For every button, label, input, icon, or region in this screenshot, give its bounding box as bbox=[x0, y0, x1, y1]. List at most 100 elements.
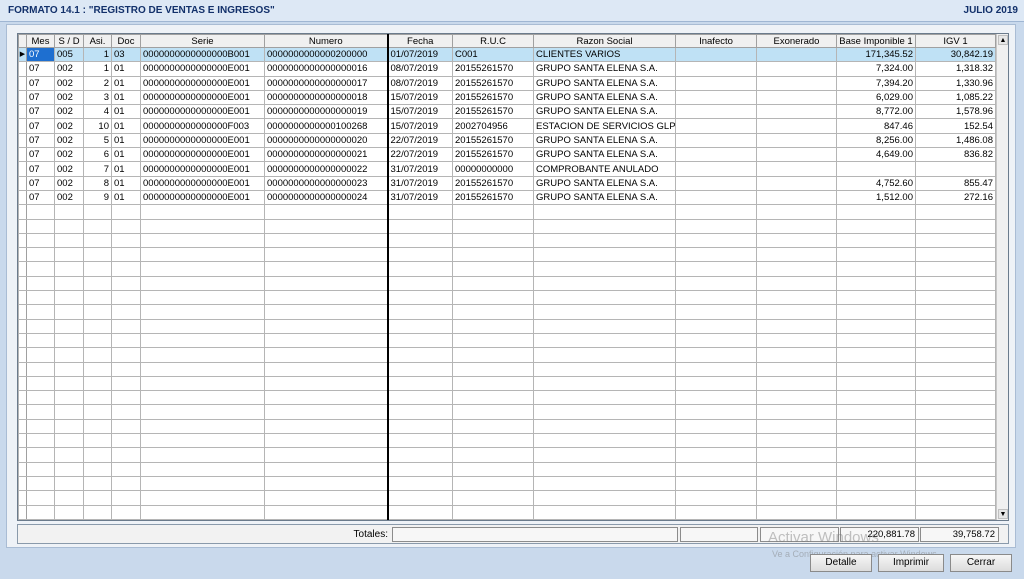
cell-numero[interactable] bbox=[264, 504, 389, 520]
cell-exonerado[interactable] bbox=[756, 433, 837, 449]
cell-sd[interactable] bbox=[54, 261, 84, 277]
cell-inafecto[interactable] bbox=[675, 347, 757, 363]
cell-asiento[interactable] bbox=[83, 247, 112, 263]
cell-doc[interactable] bbox=[111, 490, 141, 506]
cell-asiento[interactable] bbox=[83, 490, 112, 506]
table-row[interactable] bbox=[18, 247, 999, 263]
cell-serie[interactable] bbox=[140, 375, 265, 392]
row-indicator[interactable] bbox=[18, 275, 27, 292]
cell-asiento[interactable] bbox=[83, 332, 112, 349]
cell-serie[interactable]: 0000000000000000E001 bbox=[140, 147, 265, 163]
cell-igv[interactable] bbox=[915, 318, 996, 334]
cell-numero[interactable]: 0000000000000000021 bbox=[264, 147, 389, 163]
cell-fecha[interactable] bbox=[387, 404, 453, 420]
cell-ruc[interactable] bbox=[452, 361, 534, 377]
cell-ruc[interactable] bbox=[452, 347, 534, 363]
cell-base-imponible[interactable] bbox=[836, 447, 916, 463]
cell-inafecto[interactable] bbox=[675, 261, 757, 277]
cell-base-imponible[interactable]: 8,256.00 bbox=[836, 132, 916, 149]
cell-fecha[interactable] bbox=[387, 304, 453, 320]
cell-exonerado[interactable] bbox=[756, 361, 837, 377]
table-row[interactable] bbox=[18, 375, 999, 392]
cell-inafecto[interactable] bbox=[675, 147, 757, 163]
cell-base-imponible[interactable] bbox=[836, 232, 916, 249]
cell-asiento[interactable] bbox=[83, 375, 112, 392]
cell-exonerado[interactable] bbox=[756, 118, 837, 134]
cell-asiento[interactable] bbox=[83, 204, 112, 220]
cell-asiento[interactable]: 9 bbox=[83, 189, 112, 206]
row-indicator[interactable] bbox=[18, 461, 27, 477]
cell-razon-social[interactable] bbox=[533, 461, 676, 477]
table-row[interactable] bbox=[18, 390, 999, 406]
cell-razon-social[interactable]: GRUPO SANTA ELENA S.A. bbox=[533, 147, 676, 163]
cell-ruc[interactable] bbox=[452, 247, 534, 263]
cell-ruc[interactable]: 20155261570 bbox=[452, 104, 534, 120]
cell-sd[interactable] bbox=[54, 290, 84, 306]
cell-exonerado[interactable] bbox=[756, 447, 837, 463]
row-indicator[interactable] bbox=[18, 218, 27, 234]
cell-razon-social[interactable]: GRUPO SANTA ELENA S.A. bbox=[533, 61, 676, 77]
cell-igv[interactable] bbox=[915, 461, 996, 477]
cell-igv[interactable] bbox=[915, 247, 996, 263]
cell-sd[interactable] bbox=[54, 504, 84, 520]
cell-razon-social[interactable]: GRUPO SANTA ELENA S.A. bbox=[533, 189, 676, 206]
cell-inafecto[interactable] bbox=[675, 61, 757, 77]
cell-ruc[interactable] bbox=[452, 261, 534, 277]
cell-asiento[interactable]: 1 bbox=[83, 61, 112, 77]
table-row[interactable] bbox=[18, 361, 999, 377]
cell-doc[interactable]: 01 bbox=[111, 75, 141, 91]
cell-igv[interactable] bbox=[915, 447, 996, 463]
cell-igv[interactable]: 30,842.19 bbox=[915, 46, 996, 63]
cell-igv[interactable] bbox=[915, 218, 996, 234]
cell-exonerado[interactable] bbox=[756, 132, 837, 149]
cell-doc[interactable]: 01 bbox=[111, 189, 141, 206]
cell-asiento[interactable]: 3 bbox=[83, 89, 112, 106]
table-row[interactable] bbox=[18, 261, 999, 277]
cell-sd[interactable] bbox=[54, 447, 84, 463]
table-row[interactable]: 07 002 7 01 0000000000000000E001 000000000000… bbox=[18, 161, 999, 177]
column-header-exonerado[interactable]: Exonerado bbox=[756, 34, 837, 48]
cell-base-imponible[interactable]: 6,029.00 bbox=[836, 89, 916, 106]
table-row[interactable] bbox=[18, 461, 999, 477]
table-row[interactable]: 07 002 8 01 0000000000000000E001 000000000000… bbox=[18, 175, 999, 191]
row-indicator[interactable] bbox=[18, 118, 27, 134]
cell-inafecto[interactable] bbox=[675, 218, 757, 234]
cell-base-imponible[interactable] bbox=[836, 247, 916, 263]
row-indicator[interactable] bbox=[18, 475, 27, 492]
cell-asiento[interactable]: 4 bbox=[83, 104, 112, 120]
cell-mes[interactable] bbox=[26, 504, 55, 520]
cell-doc[interactable] bbox=[111, 447, 141, 463]
cell-sd[interactable] bbox=[54, 275, 84, 292]
cell-numero[interactable]: 0000000000000000023 bbox=[264, 175, 389, 191]
cell-doc[interactable] bbox=[111, 404, 141, 420]
cell-serie[interactable]: 0000000000000000E001 bbox=[140, 104, 265, 120]
cell-inafecto[interactable] bbox=[675, 318, 757, 334]
column-header-inafecto[interactable]: Inafecto bbox=[675, 34, 757, 48]
cell-serie[interactable] bbox=[140, 304, 265, 320]
cell-razon-social[interactable] bbox=[533, 404, 676, 420]
table-row[interactable] bbox=[18, 304, 999, 320]
cell-numero[interactable] bbox=[264, 304, 389, 320]
cell-fecha[interactable]: 15/07/2019 bbox=[387, 89, 453, 106]
cell-exonerado[interactable] bbox=[756, 247, 837, 263]
cell-mes[interactable] bbox=[26, 261, 55, 277]
cell-exonerado[interactable] bbox=[756, 232, 837, 249]
row-indicator[interactable] bbox=[18, 132, 27, 149]
row-indicator[interactable] bbox=[18, 347, 27, 363]
cell-doc[interactable]: 01 bbox=[111, 132, 141, 149]
cell-mes[interactable]: 07 bbox=[26, 46, 55, 63]
cell-base-imponible[interactable] bbox=[836, 490, 916, 506]
cell-fecha[interactable]: 01/07/2019 bbox=[387, 46, 453, 63]
column-header-asiento[interactable]: Asi. bbox=[83, 34, 112, 48]
cell-razon-social[interactable]: GRUPO SANTA ELENA S.A. bbox=[533, 75, 676, 91]
cell-numero[interactable] bbox=[264, 347, 389, 363]
cell-inafecto[interactable] bbox=[675, 490, 757, 506]
cell-doc[interactable] bbox=[111, 332, 141, 349]
cell-exonerado[interactable] bbox=[756, 490, 837, 506]
cell-sd[interactable] bbox=[54, 332, 84, 349]
row-indicator[interactable] bbox=[18, 332, 27, 349]
cell-base-imponible[interactable] bbox=[836, 275, 916, 292]
cell-base-imponible[interactable] bbox=[836, 218, 916, 234]
row-indicator[interactable] bbox=[18, 304, 27, 320]
cell-inafecto[interactable] bbox=[675, 290, 757, 306]
